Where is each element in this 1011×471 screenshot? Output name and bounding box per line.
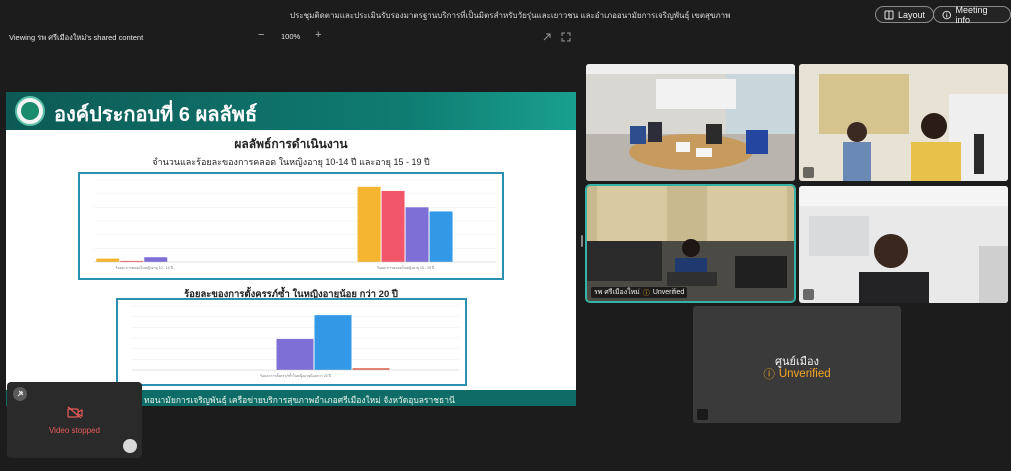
chart1-title: จำนวนและร้อยละของการคลอด ในหญิงอายุ 10-1…	[152, 157, 430, 167]
mic-muted-icon	[697, 409, 708, 420]
chart2-bar	[314, 315, 352, 370]
gear-icon[interactable]	[123, 439, 137, 453]
warning-icon: ⓘ	[642, 289, 650, 297]
video-tile-meeting-room[interactable]	[586, 64, 795, 181]
video-tile-man[interactable]	[799, 186, 1008, 303]
fullscreen-icon[interactable]	[561, 32, 571, 42]
meeting-info-button[interactable]: Meeting info	[933, 4, 1011, 25]
video-stopped-label: Video stopped	[48, 426, 100, 435]
panel-resize-handle[interactable]	[581, 235, 583, 247]
zoom-out-button[interactable]: −	[258, 29, 264, 41]
chart1-bar	[357, 186, 381, 262]
zoom-level: 100%	[281, 32, 301, 41]
self-view-tile[interactable]: Video stopped	[7, 382, 142, 458]
chart1-bar	[429, 211, 453, 262]
participant-status: Unverified	[652, 289, 685, 296]
video-tile-sun-mueang[interactable]: ศูนย์เมือง ⓘ Unverified	[693, 306, 901, 423]
slide-subtitle: ผลลัพธ์การดำเนินงาน	[234, 137, 348, 151]
shared-slide: องค์ประกอบที่ 6 ผลลัพธ์ ผลลัพธ์การดำเนิน…	[6, 92, 576, 406]
top-bar: ประชุมติดตามและประเมินรับรองมาตรฐานบริกา…	[0, 0, 1011, 28]
chart1-bar	[405, 207, 429, 262]
layout-button[interactable]: Layout	[875, 6, 935, 23]
meeting-app: ประชุมติดตามและประเมินรับรองมาตรฐานบริกา…	[0, 0, 1011, 471]
mic-muted-icon	[803, 289, 814, 300]
video-tile-sri-mueang-mai[interactable]: รพ ศรีเมืองใหม่ ⓘ Unverified	[585, 184, 796, 303]
participant-label: รพ ศรีเมืองใหม่ ⓘ Unverified	[591, 287, 688, 298]
chart2-bar	[276, 338, 314, 370]
participant-status: Unverified	[778, 368, 831, 380]
man-video	[799, 186, 1008, 303]
sri-mueang-mai-video	[587, 186, 794, 301]
zoom-in-button[interactable]: +	[315, 29, 321, 41]
chart2-frame: ร้อยละการตั้งครรภ์ซ้ำในหญิงอายุน้อยกว่า …	[116, 298, 467, 386]
meeting-room-video	[586, 64, 795, 181]
chart1-category-label: ร้อยละการคลอดในหญิงอายุ 10 - 14 ปี	[116, 265, 173, 271]
chart1-bar	[381, 190, 405, 262]
chart1-bar	[144, 257, 168, 262]
chart1-category-label: ร้อยละการคลอดในหญิงอายุ 15 - 19 ปี	[377, 265, 434, 271]
pop-out-icon[interactable]	[542, 32, 552, 42]
chart1-bar	[96, 258, 120, 262]
mic-muted-icon	[803, 167, 814, 178]
meeting-title: ประชุมติดตามและประเมินรับรองมาตรฐานบริกา…	[290, 11, 730, 20]
layout-label: Layout	[898, 9, 926, 20]
chart2-category-label: ร้อยละการตั้งครรภ์ซ้ำในหญิงอายุน้อยกว่า …	[260, 373, 331, 379]
viewing-shared-content-label: Viewing รพ ศรีเมืองใหม่'s shared content	[9, 33, 144, 42]
layout-icon	[884, 10, 894, 19]
slide-header: องค์ประกอบที่ 6 ผลลัพธ์	[6, 92, 576, 130]
slide-footer-text: ทอนามัยการเจริญพันธุ์ เครือข่ายบริการสุข…	[144, 395, 455, 405]
chart1-frame: ร้อยละการคลอดในหญิงอายุ 10 - 14 ปี ร้อยละ…	[78, 172, 504, 280]
chart1: ร้อยละการคลอดในหญิงอายุ 10 - 14 ปี ร้อยละ…	[94, 179, 496, 271]
warning-icon: ⓘ	[763, 369, 775, 381]
slide-title: องค์ประกอบที่ 6 ผลลัพธ์	[54, 104, 258, 126]
chart2: ร้อยละการตั้งครรภ์ซ้ำในหญิงอายุน้อยกว่า …	[132, 305, 459, 379]
share-toolbar: Viewing รพ ศรีเมืองใหม่'s shared content…	[0, 28, 580, 46]
info-icon	[942, 10, 952, 19]
camera-off-icon	[67, 406, 83, 419]
participant-name: รพ ศรีเมืองใหม่	[594, 289, 640, 296]
ministry-logo	[15, 96, 45, 126]
pin-icon[interactable]	[13, 387, 27, 401]
meeting-info-label: Meeting info	[955, 4, 988, 25]
participant-status-row: ⓘ Unverified	[693, 366, 901, 382]
office-video	[799, 64, 1008, 181]
video-tile-office[interactable]	[799, 64, 1008, 181]
